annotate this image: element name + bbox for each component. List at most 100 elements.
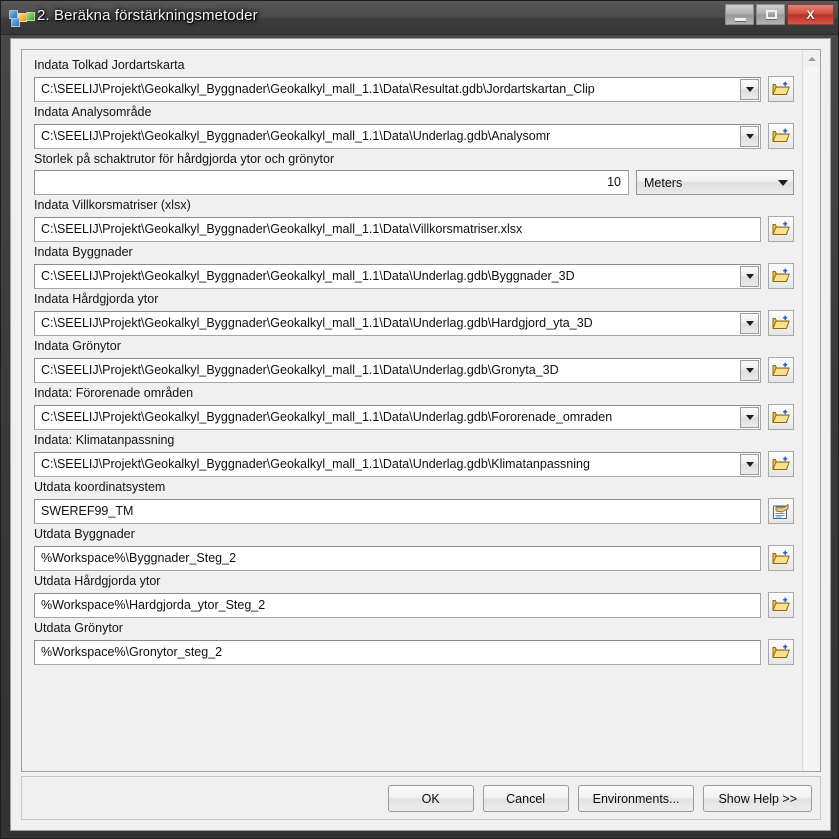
chevron-down-icon bbox=[745, 320, 754, 326]
text-input-indata-tolkad-jordartskarta[interactable]: C:\SEELIJ\Projekt\Geokalkyl_Byggnader\Ge… bbox=[34, 76, 761, 102]
browse-button-indata-fororenade-omraden[interactable] bbox=[768, 404, 794, 430]
field-value: C:\SEELIJ\Projekt\Geokalkyl_Byggnader\Ge… bbox=[41, 456, 590, 471]
parameter-label: Utdata koordinatsystem bbox=[34, 480, 166, 494]
scroll-up-arrow-icon[interactable] bbox=[803, 50, 820, 67]
units-value: Meters bbox=[644, 175, 683, 190]
units-dropdown-storlek-schaktrutor[interactable]: Meters bbox=[636, 170, 794, 195]
folder-open-icon bbox=[772, 644, 790, 658]
close-button[interactable]: X bbox=[787, 4, 834, 25]
chevron-down-icon bbox=[745, 414, 754, 420]
dropdown-button-indata-tolkad-jordartskarta[interactable] bbox=[740, 78, 759, 100]
parameter-control-line: C:\SEELIJ\Projekt\Geokalkyl_Byggnader\Ge… bbox=[34, 123, 794, 149]
maximize-button[interactable] bbox=[756, 4, 785, 25]
parameter-row-indata-tolkad-jordartskarta: Indata Tolkad Jordartskarta C:\SEELIJ\Pro… bbox=[22, 58, 804, 102]
field-value: %Workspace%\Gronytor_steg_2 bbox=[41, 644, 223, 659]
text-input-indata-gronytor[interactable]: C:\SEELIJ\Projekt\Geokalkyl_Byggnader\Ge… bbox=[34, 357, 761, 383]
folder-open-icon bbox=[772, 268, 790, 282]
parameter-row-indata-villkorsmatriser: Indata Villkorsmatriser (xlsx) C:\SEELIJ\… bbox=[22, 198, 804, 242]
parameters-scrollbar[interactable] bbox=[802, 50, 820, 771]
parameter-row-storlek-schaktrutor: Storlek på schaktrutor för hårdgjorda yt… bbox=[22, 152, 804, 195]
dropdown-button-indata-analysomrade[interactable] bbox=[740, 125, 759, 147]
title-bar[interactable]: 2. Beräkna förstärkningsmetoder X bbox=[1, 1, 838, 35]
chevron-down-icon bbox=[745, 461, 754, 467]
folder-open-icon bbox=[772, 315, 790, 329]
parameter-label: Utdata Hårdgjorda ytor bbox=[34, 574, 161, 588]
chevron-down-icon bbox=[745, 86, 754, 92]
field-value: C:\SEELIJ\Projekt\Geokalkyl_Byggnader\Ge… bbox=[41, 268, 575, 283]
text-input-indata-analysomrade[interactable]: C:\SEELIJ\Projekt\Geokalkyl_Byggnader\Ge… bbox=[34, 123, 761, 149]
browse-button-indata-klimatanpassning[interactable] bbox=[768, 451, 794, 477]
chevron-down-icon bbox=[745, 367, 754, 373]
browse-button-indata-analysomrade[interactable] bbox=[768, 123, 794, 149]
field-value: C:\SEELIJ\Projekt\Geokalkyl_Byggnader\Ge… bbox=[41, 128, 551, 143]
folder-open-icon bbox=[772, 409, 790, 423]
field-value: SWEREF99_TM bbox=[41, 503, 134, 518]
minimize-icon bbox=[735, 18, 746, 21]
parameter-control-line: SWEREF99_TM bbox=[34, 498, 794, 524]
dropdown-button-indata-byggnader[interactable] bbox=[740, 265, 759, 287]
chevron-down-icon bbox=[778, 179, 788, 186]
field-value: %Workspace%\Hardgjorda_ytor_Steg_2 bbox=[41, 597, 266, 612]
folder-open-icon bbox=[772, 456, 790, 470]
browse-button-indata-byggnader[interactable] bbox=[768, 263, 794, 289]
parameter-control-line: C:\SEELIJ\Projekt\Geokalkyl_Byggnader\Ge… bbox=[34, 76, 794, 102]
spatial-reference-button-utdata-koordinatsystem[interactable] bbox=[768, 498, 794, 524]
parameter-label: Indata Hårdgjorda ytor bbox=[34, 292, 159, 306]
parameter-label: Indata Tolkad Jordartskarta bbox=[34, 58, 185, 72]
text-input-indata-byggnader[interactable]: C:\SEELIJ\Projekt\Geokalkyl_Byggnader\Ge… bbox=[34, 263, 761, 289]
browse-button-utdata-gronytor[interactable] bbox=[768, 639, 794, 665]
parameter-control-line: C:\SEELIJ\Projekt\Geokalkyl_Byggnader\Ge… bbox=[34, 310, 794, 336]
text-input-indata-hardgjorda-ytor[interactable]: C:\SEELIJ\Projekt\Geokalkyl_Byggnader\Ge… bbox=[34, 310, 761, 336]
text-input-utdata-koordinatsystem[interactable]: SWEREF99_TM bbox=[34, 498, 761, 524]
browse-button-indata-hardgjorda-ytor[interactable] bbox=[768, 310, 794, 336]
text-input-indata-klimatanpassning[interactable]: C:\SEELIJ\Projekt\Geokalkyl_Byggnader\Ge… bbox=[34, 451, 761, 477]
parameter-label: Utdata Byggnader bbox=[34, 527, 135, 541]
parameter-row-utdata-koordinatsystem: Utdata koordinatsystem SWEREF99_TM bbox=[22, 480, 804, 524]
parameter-control-line: C:\SEELIJ\Projekt\Geokalkyl_Byggnader\Ge… bbox=[34, 357, 794, 383]
text-input-indata-villkorsmatriser[interactable]: C:\SEELIJ\Projekt\Geokalkyl_Byggnader\Ge… bbox=[34, 216, 761, 242]
parameter-row-indata-klimatanpassning: Indata: Klimatanpassning C:\SEELIJ\Projek… bbox=[22, 433, 804, 477]
parameter-label: Indata Analysområde bbox=[34, 105, 152, 119]
dropdown-button-indata-gronytor[interactable] bbox=[740, 359, 759, 381]
show-help-button[interactable]: Show Help >> bbox=[703, 785, 812, 812]
minimize-button[interactable] bbox=[725, 4, 754, 25]
browse-button-indata-villkorsmatriser[interactable] bbox=[768, 216, 794, 242]
parameter-label: Indata Grönytor bbox=[34, 339, 121, 353]
text-input-utdata-hardgjorda-ytor[interactable]: %Workspace%\Hardgjorda_ytor_Steg_2 bbox=[34, 592, 761, 618]
chevron-down-icon bbox=[745, 273, 754, 279]
text-input-utdata-gronytor[interactable]: %Workspace%\Gronytor_steg_2 bbox=[34, 639, 761, 665]
dropdown-button-indata-fororenade-omraden[interactable] bbox=[740, 406, 759, 428]
parameter-row-utdata-hardgjorda-ytor: Utdata Hårdgjorda ytor %Workspace%\Hardgj… bbox=[22, 574, 804, 618]
dropdown-button-indata-hardgjorda-ytor[interactable] bbox=[740, 312, 759, 334]
text-input-utdata-byggnader[interactable]: %Workspace%\Byggnader_Steg_2 bbox=[34, 545, 761, 571]
numeric-input-storlek-schaktrutor[interactable]: 10 bbox=[34, 170, 629, 195]
parameter-row-utdata-byggnader: Utdata Byggnader %Workspace%\Byggnader_St… bbox=[22, 527, 804, 571]
ok-button[interactable]: OK bbox=[387, 785, 474, 812]
parameter-control-line: C:\SEELIJ\Projekt\Geokalkyl_Byggnader\Ge… bbox=[34, 451, 794, 477]
parameter-control-line: 10 Meters bbox=[34, 170, 794, 195]
browse-button-indata-gronytor[interactable] bbox=[768, 357, 794, 383]
browse-button-utdata-byggnader[interactable] bbox=[768, 545, 794, 571]
folder-open-icon bbox=[772, 81, 790, 95]
parameter-control-line: %Workspace%\Hardgjorda_ytor_Steg_2 bbox=[34, 592, 794, 618]
dropdown-button-indata-klimatanpassning[interactable] bbox=[740, 453, 759, 475]
environments-button[interactable]: Environments... bbox=[577, 785, 695, 812]
parameter-label: Storlek på schaktrutor för hårdgjorda yt… bbox=[34, 152, 335, 166]
scrollbar-track[interactable] bbox=[804, 67, 819, 771]
browse-button-utdata-hardgjorda-ytor[interactable] bbox=[768, 592, 794, 618]
browse-button-indata-tolkad-jordartskarta[interactable] bbox=[768, 76, 794, 102]
field-value: C:\SEELIJ\Projekt\Geokalkyl_Byggnader\Ge… bbox=[41, 362, 559, 377]
dialog-buttons: OK Cancel Environments... Show Help >> bbox=[387, 785, 812, 812]
numeric-value: 10 bbox=[607, 175, 621, 189]
cancel-button[interactable]: Cancel bbox=[482, 785, 569, 812]
parameter-row-utdata-gronytor: Utdata Grönytor %Workspace%\Gronytor_steg… bbox=[22, 621, 804, 665]
dialog-client-area: Indata Tolkad Jordartskarta C:\SEELIJ\Pro… bbox=[10, 38, 831, 831]
parameter-label: Indata: Klimatanpassning bbox=[34, 433, 175, 447]
field-value: C:\SEELIJ\Projekt\Geokalkyl_Byggnader\Ge… bbox=[41, 221, 523, 236]
field-value: C:\SEELIJ\Projekt\Geokalkyl_Byggnader\Ge… bbox=[41, 81, 595, 96]
text-input-indata-fororenade-omraden[interactable]: C:\SEELIJ\Projekt\Geokalkyl_Byggnader\Ge… bbox=[34, 404, 761, 430]
parameter-row-indata-byggnader: Indata Byggnader C:\SEELIJ\Projekt\Geokal… bbox=[22, 245, 804, 289]
tool-dialog-window: 2. Beräkna förstärkningsmetoder X Indata… bbox=[0, 0, 839, 839]
parameter-label: Utdata Grönytor bbox=[34, 621, 123, 635]
window-controls: X bbox=[725, 4, 834, 25]
